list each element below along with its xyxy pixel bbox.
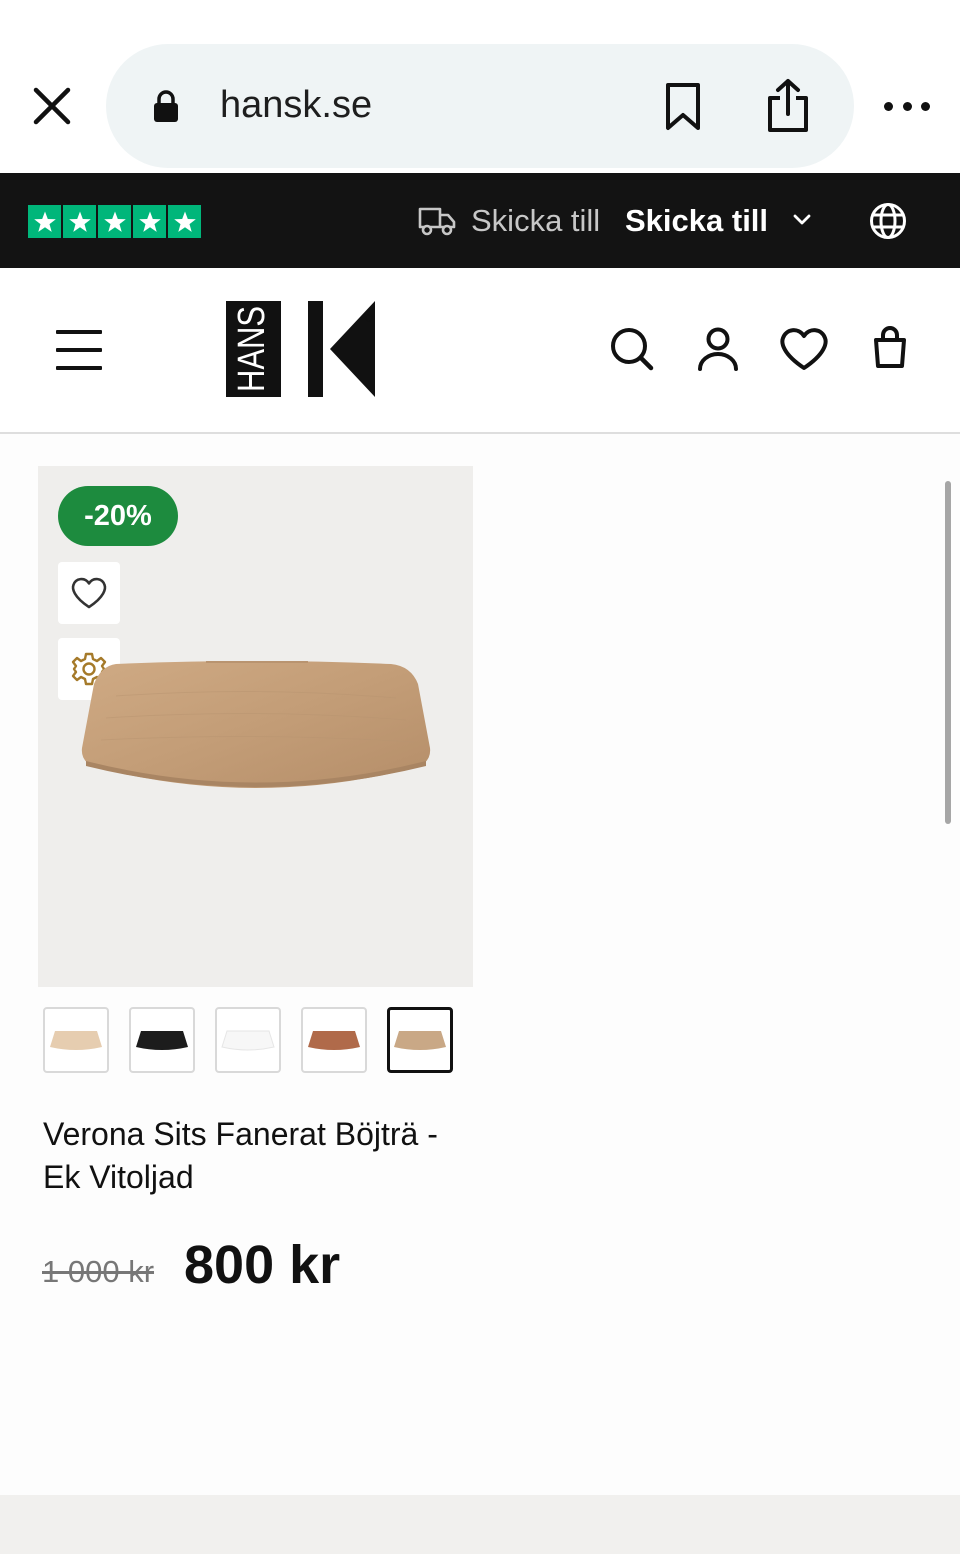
product-image[interactable]: -20%	[38, 466, 473, 987]
more-icon-dot	[921, 101, 930, 111]
seat-swatch	[50, 1031, 102, 1050]
original-price: 1 000 kr	[42, 1254, 155, 1289]
ship-to-selector[interactable]: Skicka till	[625, 203, 768, 239]
seat-swatch	[394, 1031, 446, 1050]
star-icon	[98, 205, 131, 238]
ship-to-label: Skicka till	[471, 203, 601, 238]
search-icon[interactable]	[609, 326, 655, 372]
address-bar[interactable]: hansk.se	[106, 44, 854, 168]
rating-stars[interactable]	[28, 205, 201, 238]
star-icon	[133, 205, 166, 238]
footer-strip	[0, 1495, 960, 1554]
url-text: hansk.se	[220, 84, 373, 126]
close-button[interactable]	[28, 82, 76, 130]
star-icon	[28, 205, 61, 238]
seat-product-image	[81, 661, 431, 788]
variant-thumbnails	[43, 1007, 453, 1073]
truck-icon	[418, 207, 456, 236]
variant-thumb-2[interactable]	[129, 1007, 195, 1073]
top-bar: Skicka till Skicka till	[0, 173, 960, 268]
account-icon[interactable]	[697, 326, 739, 372]
bookmark-icon[interactable]	[662, 82, 704, 132]
globe-icon[interactable]	[868, 201, 908, 241]
wishlist-icon[interactable]	[779, 326, 829, 372]
heart-icon	[71, 577, 107, 609]
seat-swatch	[221, 1030, 275, 1051]
variant-thumb-3[interactable]	[215, 1007, 281, 1073]
more-icon-dot	[902, 101, 912, 111]
star-icon	[168, 205, 201, 238]
menu-icon[interactable]	[56, 330, 102, 370]
discount-badge: -20%	[58, 486, 178, 546]
browser-toolbar: hansk.se	[0, 0, 960, 173]
seat-swatch	[308, 1031, 360, 1050]
svg-text:HANS: HANS	[231, 306, 273, 392]
variant-thumb-4[interactable]	[301, 1007, 367, 1073]
seat-swatch	[136, 1031, 188, 1050]
scrollbar[interactable]	[945, 481, 951, 824]
add-to-wishlist-button[interactable]	[58, 562, 120, 624]
site-header: HANS	[0, 268, 960, 434]
cart-icon[interactable]	[872, 326, 908, 372]
hans-k-logo[interactable]: HANS	[226, 301, 376, 397]
more-button[interactable]	[884, 96, 930, 116]
star-icon	[63, 205, 96, 238]
variant-thumb-5-selected[interactable]	[387, 1007, 453, 1073]
close-icon	[33, 87, 71, 125]
variant-thumb-1[interactable]	[43, 1007, 109, 1073]
share-icon[interactable]	[766, 78, 810, 134]
more-icon-dot	[884, 101, 893, 111]
sale-price: 800 kr	[184, 1235, 341, 1295]
chevron-down-icon[interactable]	[792, 213, 812, 227]
lock-icon	[154, 90, 178, 122]
product-title[interactable]: Verona Sits Fanerat Böjträ - Ek Vitoljad	[43, 1113, 443, 1199]
